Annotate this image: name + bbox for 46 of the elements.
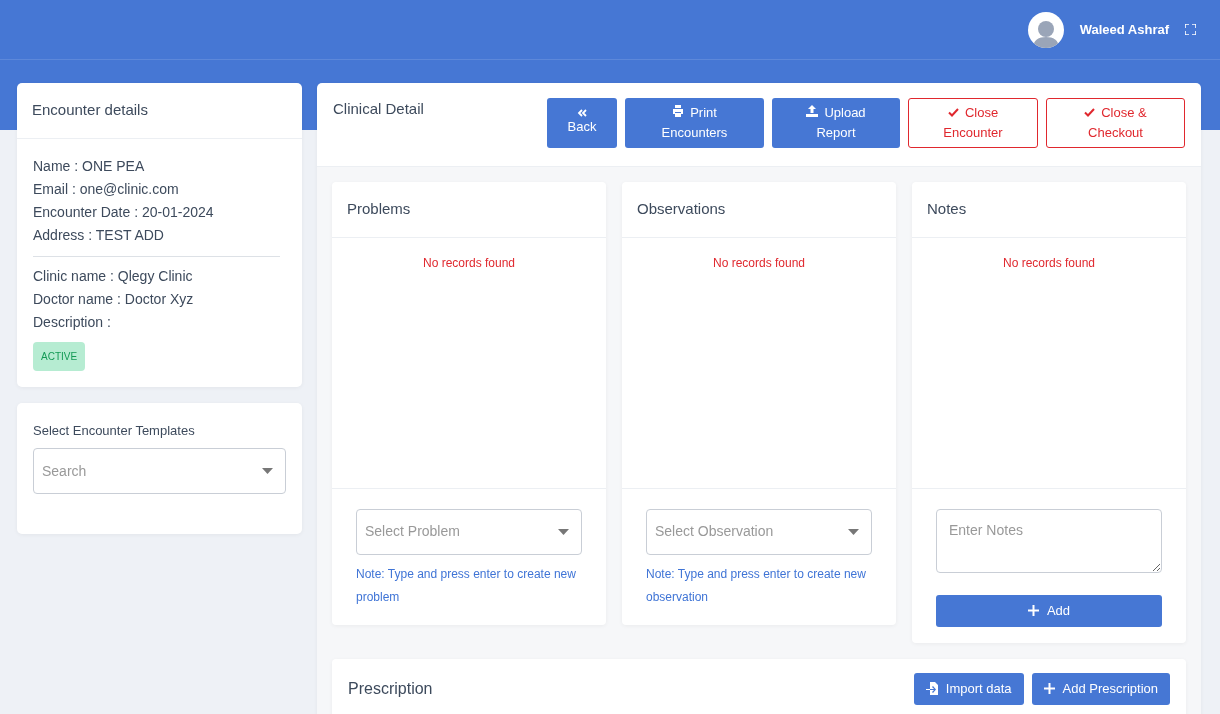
user-name[interactable]: Waleed Ashraf <box>1079 19 1169 40</box>
detail-text: Encounter Date : 20-01-2024 <box>33 202 215 222</box>
section-title: Prescription <box>348 678 433 699</box>
caret-icon <box>262 468 273 474</box>
card-title: Encounter details <box>17 83 302 139</box>
field-label: Select Encounter Templates <box>33 421 196 440</box>
detail-text: Description : <box>33 312 112 332</box>
panel-title: Observations <box>622 182 896 238</box>
fullscreen-icon[interactable] <box>1185 24 1196 35</box>
search-select[interactable]: Search <box>33 448 286 494</box>
file-import-icon <box>925 682 938 695</box>
detail-text: Email : one@clinic.com <box>33 179 180 199</box>
check-icon <box>947 108 959 117</box>
chevrons-icon <box>577 109 587 117</box>
add-button[interactable]: Add Prescription <box>1031 672 1170 705</box>
empty-message: No records found <box>332 237 606 489</box>
caret-icon <box>848 528 859 535</box>
select-field[interactable]: Select Observation <box>646 508 872 555</box>
avatar-icon <box>1027 11 1064 48</box>
status-badge: ACTIVE <box>33 341 86 371</box>
detail-text: Name : ONE PEA <box>33 156 146 176</box>
plus-icon <box>1027 605 1039 616</box>
close-button[interactable]: Close Encounter <box>908 98 1038 148</box>
add-button[interactable]: Add <box>936 594 1162 627</box>
close-button[interactable]: Close & Checkout <box>1046 98 1185 148</box>
detail-text: Clinic name : Qlegy Clinic <box>33 266 194 286</box>
empty-message: No records found <box>912 237 1186 489</box>
detail-text: Address : TEST ADD <box>33 225 165 245</box>
print-button[interactable]: Print Encounters <box>625 98 764 148</box>
back-button[interactable]: Back <box>547 98 617 148</box>
panel-title: Notes <box>912 182 1186 238</box>
printer-icon <box>672 105 685 117</box>
upload-button[interactable]: Upload Report <box>772 98 900 148</box>
plus-icon <box>1043 683 1055 694</box>
select-field[interactable]: Select Problem <box>356 508 582 555</box>
check-icon <box>1084 108 1096 117</box>
hint-text: Note: Type and press enter to create new problem <box>356 565 577 606</box>
hint-text: Note: Type and press enter to create new observation <box>646 565 867 606</box>
caret-icon <box>558 528 569 535</box>
empty-message: No records found <box>622 237 896 489</box>
notes-field[interactable]: Enter Notes <box>936 508 1162 573</box>
import-button[interactable]: Import data <box>913 672 1024 705</box>
upload-icon <box>806 105 819 117</box>
detail-text: Doctor name : Doctor Xyz <box>33 289 195 309</box>
section-title: Clinical Detail <box>333 99 424 119</box>
panel-title: Problems <box>332 182 606 238</box>
